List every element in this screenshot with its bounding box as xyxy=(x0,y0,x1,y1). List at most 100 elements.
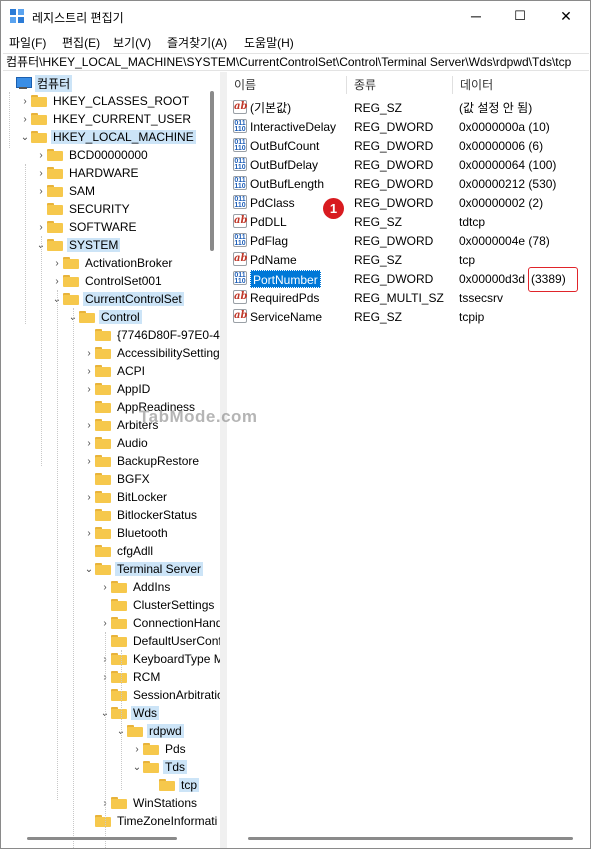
chevron-right-icon[interactable]: › xyxy=(35,218,47,236)
value-row[interactable]: ab (기본값) REG_SZ (값 설정 안 됨) xyxy=(227,98,590,117)
tree-item[interactable]: › WinStations xyxy=(99,794,199,812)
tree-item[interactable]: {7746D80F-97E0-4E2 xyxy=(83,326,220,344)
value-row[interactable]: ab PdDLL REG_SZ tdtcp xyxy=(227,212,590,231)
tree-item[interactable]: ClusterSettings xyxy=(99,596,216,614)
value-list-pane: 이름 종류 데이터 ab (기본값) REG_SZ (값 설정 안 됨) 011 110… xyxy=(227,72,590,848)
tree-item[interactable]: › SOFTWARE xyxy=(35,218,139,236)
tree-item[interactable]: SessionArbitratio xyxy=(99,686,220,704)
tree-item[interactable]: › ControlSet001 xyxy=(51,272,164,290)
tree-vertical-scrollbar[interactable] xyxy=(210,91,214,251)
value-row[interactable]: 011 110 OutBufLength REG_DWORD 0x00000212 (… xyxy=(227,174,590,193)
value-row[interactable]: 011 110 OutBufDelay REG_DWORD 0x00000064 (1… xyxy=(227,155,590,174)
column-header-data[interactable]: 데이터 xyxy=(453,72,590,98)
tree-item[interactable]: › Pds xyxy=(131,740,188,758)
tree-item[interactable]: › AppID xyxy=(83,380,152,398)
menu-file[interactable]: 파일(F) xyxy=(9,34,46,51)
address-bar[interactable]: 컴퓨터\HKEY_LOCAL_MACHINE\SYSTEM\CurrentCon… xyxy=(3,53,589,71)
tree-item[interactable]: ⌄ rdpwd xyxy=(115,722,184,740)
pane-splitter[interactable] xyxy=(220,72,227,848)
chevron-right-icon[interactable]: › xyxy=(83,524,95,542)
tree-root-computer[interactable]: 컴퓨터 xyxy=(3,74,73,92)
tree-item[interactable]: › SAM xyxy=(35,182,97,200)
tree-horizontal-scrollbar[interactable] xyxy=(27,837,177,840)
chevron-down-icon[interactable]: ⌄ xyxy=(131,758,143,776)
value-row[interactable]: ab ServiceName REG_SZ tcpip xyxy=(227,307,590,326)
value-name: ServiceName xyxy=(250,310,323,324)
maximize-button[interactable]: ☐ xyxy=(498,1,542,31)
chevron-right-icon[interactable]: › xyxy=(35,146,47,164)
tree-item-label: Tds xyxy=(163,760,188,774)
menu-edit[interactable]: 편집(E) xyxy=(62,34,100,51)
chevron-down-icon[interactable]: ⌄ xyxy=(19,128,31,146)
tree-item[interactable]: › ActivationBroker xyxy=(51,254,174,272)
tree-item[interactable]: ⌄ SYSTEM xyxy=(35,236,121,254)
chevron-right-icon[interactable]: › xyxy=(19,92,31,110)
tree-item[interactable]: › AccessibilitySetting xyxy=(83,344,220,362)
value-row[interactable]: 011 110 PdClass REG_DWORD 0x00000002 (2) xyxy=(227,193,590,212)
tree-item[interactable]: › HKEY_CURRENT_USER xyxy=(19,110,193,128)
column-header-type[interactable]: 종류 xyxy=(347,72,452,98)
value-row[interactable]: 011 110 OutBufCount REG_DWORD 0x00000006 (6… xyxy=(227,136,590,155)
tree-item[interactable]: TimeZoneInformati xyxy=(83,812,219,830)
chevron-right-icon[interactable]: › xyxy=(51,254,63,272)
tree-item[interactable]: ⌄ Wds xyxy=(99,704,159,722)
tree-item-label: {7746D80F-97E0-4E2 xyxy=(117,328,220,342)
tree-item[interactable]: › Bluetooth xyxy=(83,524,170,542)
menu-view[interactable]: 보기(V) xyxy=(113,34,151,51)
tree-item[interactable]: ⌄ Terminal Server xyxy=(83,560,204,578)
chevron-right-icon[interactable]: › xyxy=(99,614,111,632)
chevron-right-icon[interactable]: › xyxy=(51,272,63,290)
chevron-right-icon[interactable]: › xyxy=(131,740,143,758)
tree-item[interactable]: › BCD00000000 xyxy=(35,146,150,164)
list-horizontal-scrollbar[interactable] xyxy=(248,837,573,840)
chevron-right-icon[interactable]: › xyxy=(83,452,95,470)
tree-item[interactable]: DefaultUserConf xyxy=(99,632,220,650)
folder-icon xyxy=(47,149,63,161)
tree-item[interactable]: › AddIns xyxy=(99,578,172,596)
dword-value-icon: 011 110 xyxy=(233,176,247,190)
folder-icon xyxy=(111,617,127,629)
tree-item[interactable]: › Audio xyxy=(83,434,150,452)
chevron-right-icon[interactable]: › xyxy=(99,578,111,596)
tree-item[interactable]: › BitLocker xyxy=(83,488,169,506)
close-button[interactable]: ✕ xyxy=(544,1,588,31)
menu-favorites[interactable]: 즐겨찾기(A) xyxy=(167,34,227,51)
tree-item[interactable]: ⌄ Tds xyxy=(131,758,188,776)
chevron-right-icon[interactable]: › xyxy=(19,110,31,128)
tree-item[interactable]: ⌄ CurrentControlSet xyxy=(51,290,184,308)
tree-item[interactable]: › ACPI xyxy=(83,362,147,380)
tree-item[interactable]: cfgAdll xyxy=(83,542,155,560)
tree-item[interactable]: › HKEY_CLASSES_ROOT xyxy=(19,92,191,110)
chevron-down-icon[interactable]: ⌄ xyxy=(83,560,95,578)
tree-item[interactable]: ⌄ Control xyxy=(67,308,142,326)
menu-help[interactable]: 도움말(H) xyxy=(244,34,294,51)
chevron-right-icon[interactable]: › xyxy=(83,416,95,434)
tree-item[interactable]: tcp xyxy=(147,776,200,794)
column-header-name[interactable]: 이름 xyxy=(227,72,346,98)
tree-item[interactable]: BitlockerStatus xyxy=(83,506,199,524)
tree-item-label: SECURITY xyxy=(69,202,130,216)
folder-icon xyxy=(79,311,95,323)
chevron-right-icon[interactable]: › xyxy=(35,182,47,200)
chevron-right-icon[interactable]: › xyxy=(83,380,95,398)
tree-item[interactable]: › HARDWARE xyxy=(35,164,141,182)
chevron-right-icon[interactable]: › xyxy=(83,362,95,380)
tree-item[interactable]: › RCM xyxy=(99,668,162,686)
tree-item-label: BackupRestore xyxy=(117,454,200,468)
tree-item[interactable]: ⌄ HKEY_LOCAL_MACHINE xyxy=(19,128,196,146)
tree-item[interactable]: › ConnectionHand xyxy=(99,614,220,632)
minimize-button[interactable]: ─ xyxy=(454,1,498,31)
value-row[interactable]: 011 110 PdFlag REG_DWORD 0x0000004e (78) xyxy=(227,231,590,250)
value-row[interactable]: 011 110 InteractiveDelay REG_DWORD 0x000000… xyxy=(227,117,590,136)
chevron-right-icon[interactable]: › xyxy=(83,434,95,452)
folder-icon xyxy=(111,671,127,683)
chevron-right-icon[interactable]: › xyxy=(83,344,95,362)
tree-item[interactable]: BGFX xyxy=(83,470,152,488)
tree-item[interactable]: › BackupRestore xyxy=(83,452,201,470)
chevron-right-icon[interactable]: › xyxy=(35,164,47,182)
tree-item[interactable]: SECURITY xyxy=(35,200,132,218)
folder-icon xyxy=(95,491,111,503)
tree-item[interactable]: › KeyboardType M xyxy=(99,650,220,668)
chevron-right-icon[interactable]: › xyxy=(83,488,95,506)
